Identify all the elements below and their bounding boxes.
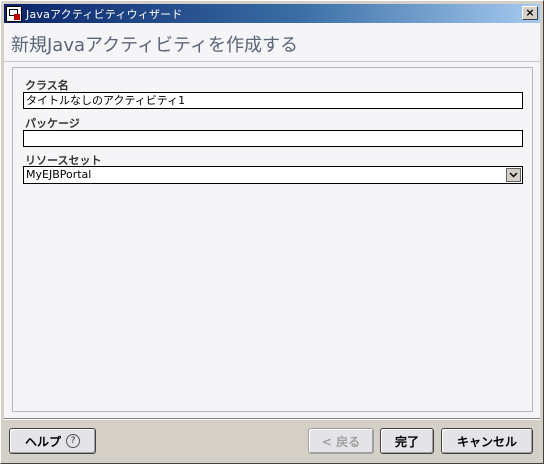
- close-button[interactable]: ×: [522, 6, 538, 20]
- wizard-content: クラス名 タイトルなしのアクティビティ1 パッケージ リソースセット MyEJB…: [4, 62, 540, 418]
- wizard-window: Javaアクティビティウィザード × 新規Javaアクティビティを作成する クラ…: [0, 0, 544, 464]
- form-panel: クラス名 タイトルなしのアクティビティ1 パッケージ リソースセット MyEJB…: [12, 67, 533, 412]
- class-name-label: クラス名: [25, 79, 69, 92]
- window-title: Javaアクティビティウィザード: [26, 7, 183, 21]
- package-input[interactable]: [23, 130, 523, 147]
- title-bar[interactable]: Javaアクティビティウィザード ×: [4, 4, 540, 23]
- resource-set-select[interactable]: MyEJBPortal: [23, 166, 523, 184]
- cancel-button[interactable]: キャンセル: [441, 428, 533, 454]
- back-button[interactable]: < 戻る: [308, 428, 374, 454]
- wizard-app-icon: [6, 5, 22, 22]
- footer-divider: [4, 418, 540, 420]
- resource-set-value: MyEJBPortal: [26, 168, 92, 181]
- package-label: パッケージ: [25, 117, 80, 130]
- help-icon: ?: [66, 434, 80, 448]
- help-button[interactable]: ヘルプ ?: [9, 428, 96, 454]
- chevron-down-icon[interactable]: [506, 168, 521, 182]
- help-button-label: ヘルプ: [24, 434, 61, 449]
- finish-button[interactable]: 完了: [380, 428, 434, 454]
- page-title: 新規Javaアクティビティを作成する: [11, 35, 298, 56]
- class-name-input[interactable]: タイトルなしのアクティビティ1: [23, 92, 523, 109]
- wizard-header: 新規Javaアクティビティを作成する: [4, 23, 540, 61]
